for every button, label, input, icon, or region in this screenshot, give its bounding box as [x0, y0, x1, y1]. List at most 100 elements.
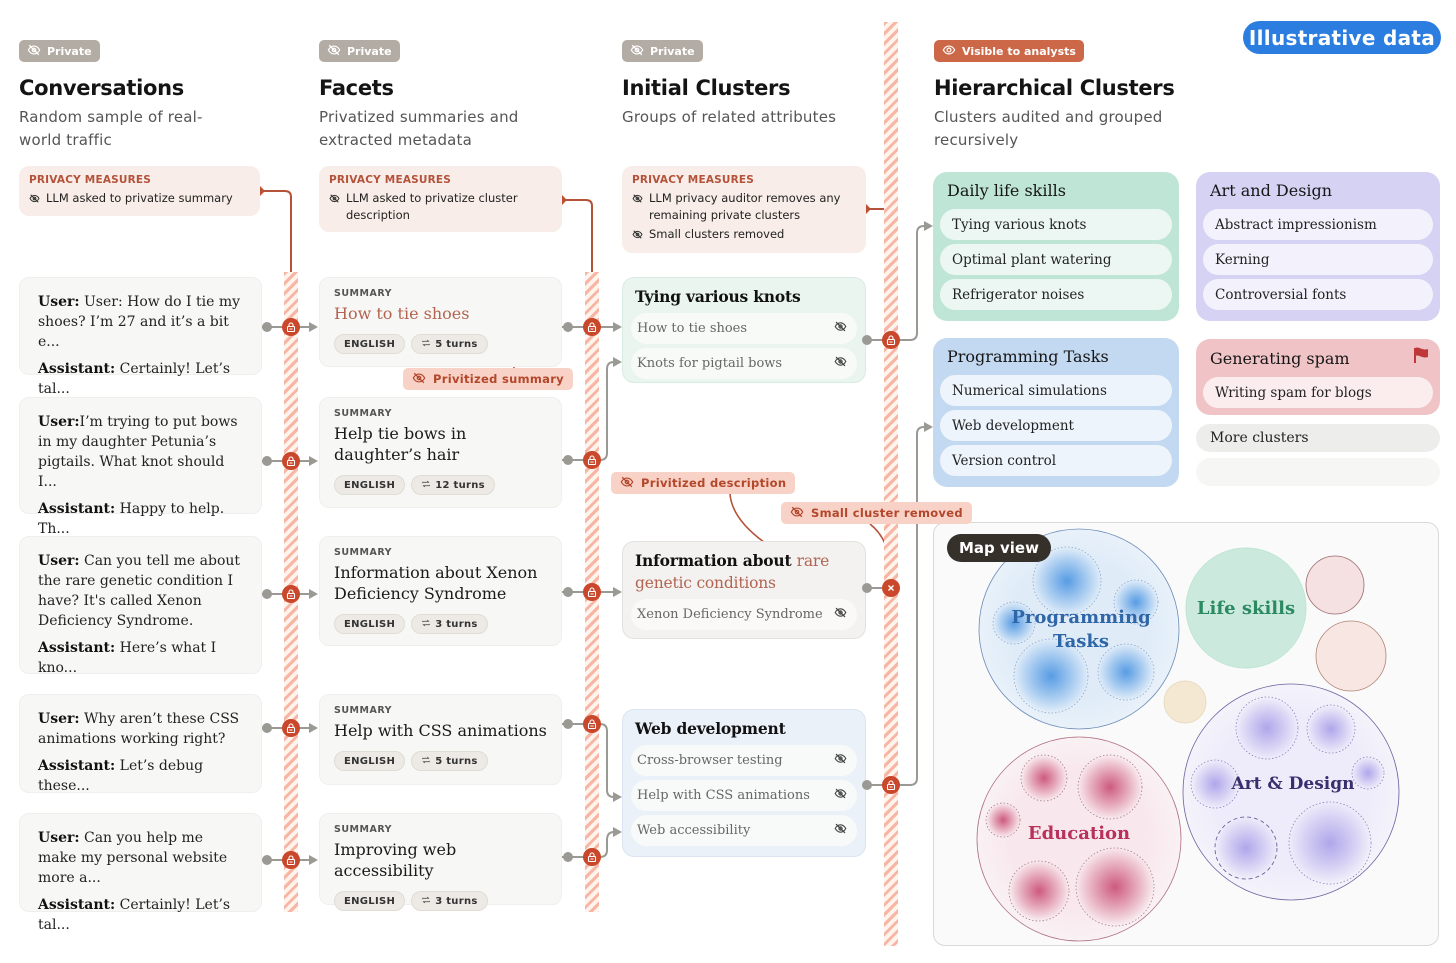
initial-cluster[interactable]: Tying various knots How to tie shoes Kno… [622, 277, 866, 383]
badge-label: Private [650, 44, 695, 58]
flag-icon[interactable] [1412, 346, 1430, 371]
facet-card[interactable]: SUMMARY Improving web accessibility ENGL… [319, 813, 562, 911]
cluster-title: Programming Tasks [947, 345, 1172, 369]
conversation-card[interactable]: User: Why aren’t these CSS animations wo… [19, 694, 262, 794]
cluster-item[interactable]: Tying various knots [940, 209, 1172, 240]
privacy-measures-box: PRIVACY MEASURES LLM asked to privatize … [19, 166, 260, 216]
cluster-item[interactable]: Refrigerator noises [940, 279, 1172, 310]
column-subtitle: Random sample of real-world traffic [19, 106, 203, 152]
eye-off-icon [834, 320, 847, 337]
summary-title: Information about Xenon Deficiency Syndr… [334, 563, 538, 603]
turns-tag: 3 turns [411, 614, 488, 634]
eye-off-icon [834, 752, 847, 769]
conversation-card[interactable]: User: Can you tell me about the rare gen… [19, 536, 262, 676]
map-bubble-small[interactable] [1305, 555, 1365, 615]
map-bubble-small[interactable] [1163, 680, 1207, 724]
eye-off-icon [27, 43, 41, 60]
arrow-head [613, 587, 622, 597]
map-bubble-small[interactable] [1315, 620, 1387, 692]
turns-count: 5 turns [435, 755, 478, 767]
lock-icon [583, 318, 601, 336]
turns-tag: 3 turns [411, 891, 488, 911]
lock-icon [583, 583, 601, 601]
more-clusters-button[interactable]: More clusters [1196, 424, 1440, 452]
lock-icon [882, 776, 900, 794]
facet-card[interactable]: SUMMARY Information about Xenon Deficien… [319, 536, 562, 646]
connector-dot [262, 723, 272, 733]
cluster-item[interactable]: Abstract impressionism [1203, 209, 1433, 240]
cluster-item[interactable]: Version control [940, 445, 1172, 476]
turns-count: 3 turns [435, 618, 478, 630]
callout-small-cluster-removed: Small cluster removed [781, 502, 972, 524]
privacy-item: LLM privacy auditor removes any remainin… [649, 191, 841, 222]
map-bubble-life-skills[interactable]: Life skills [1185, 547, 1307, 669]
assistant-label: Assistant: [38, 640, 116, 656]
hierarchical-cluster[interactable]: Programming Tasks Numerical simulations … [933, 338, 1179, 487]
summary-title: Help tie bows in daughter’s hair [334, 424, 467, 464]
conversation-card[interactable]: User: Can you help me make my personal w… [19, 813, 262, 933]
hierarchical-cluster[interactable]: Daily life skills Tying various knots Op… [933, 172, 1179, 321]
cluster-item[interactable]: Numerical simulations [940, 375, 1172, 406]
illustrative-data-badge: Illustrative data [1243, 21, 1441, 54]
conversation-card[interactable]: User: User: How do I tie my shoes? I’m 2… [19, 277, 262, 397]
cluster-item[interactable]: Controversial fonts [1203, 279, 1433, 310]
turns-count: 3 turns [435, 895, 478, 907]
column-subtitle: Clusters audited and grouped recursively [934, 106, 1163, 152]
map-view-panel[interactable]: ProgrammingTasks Life skills Education [933, 522, 1439, 946]
user-label: User: [38, 553, 80, 569]
cluster-title: Tying various knots [635, 287, 801, 306]
connector-dot [563, 719, 573, 729]
facet-card[interactable]: SUMMARY How to tie shoes ENGLISH 5 turns [319, 277, 562, 367]
map-label-art-design: Art & Design [1230, 774, 1354, 794]
subtitle-line: extracted metadata [319, 131, 473, 149]
cluster-item[interactable]: Web accessibility [631, 815, 857, 846]
hierarchical-cluster-flagged[interactable]: Generating spam Writing spam for blogs [1196, 339, 1440, 415]
map-bubble-education[interactable]: Education [976, 736, 1182, 942]
initial-cluster-removed[interactable]: Information about rare genetic condition… [622, 541, 866, 639]
cluster-item[interactable]: Knots for pigtail bows [631, 348, 857, 379]
privacy-connector [562, 199, 593, 272]
turns-tag: 12 turns [411, 475, 495, 495]
lock-icon [583, 848, 601, 866]
lock-icon [282, 851, 300, 869]
eye-icon [942, 43, 956, 60]
assistant-label: Assistant: [38, 758, 116, 774]
cluster-title: Web development [635, 719, 786, 738]
hierarchical-cluster[interactable]: Art and Design Abstract impressionism Ke… [1196, 172, 1440, 321]
callout-text: Privitized description [641, 476, 787, 490]
cluster-item[interactable]: Kerning [1203, 244, 1433, 275]
subtitle-line: recursively [934, 131, 1019, 149]
cluster-item[interactable]: Writing spam for blogs [1203, 377, 1433, 408]
turns-count: 5 turns [435, 338, 478, 350]
facet-card[interactable]: SUMMARY Help with CSS animations ENGLISH… [319, 694, 562, 785]
turns-icon [421, 895, 431, 908]
initial-cluster[interactable]: Web development Cross-browser testing He… [622, 709, 866, 857]
arrow-head [309, 723, 318, 733]
cluster-item[interactable]: Web development [940, 410, 1172, 441]
cluster-item[interactable]: Xenon Deficiency Syndrome [631, 599, 857, 630]
cluster-title: Information about rare genetic condition… [635, 550, 857, 594]
facet-card[interactable]: SUMMARY Help tie bows in daughter’s hair… [319, 397, 562, 508]
privacy-measures-box: PRIVACY MEASURES LLM asked to privatize … [319, 166, 562, 232]
connector-dot [262, 855, 272, 865]
connector-dot [862, 335, 872, 345]
cluster-title-text: Programming Tasks [947, 347, 1109, 366]
eye-off-icon [329, 190, 340, 224]
lock-icon [282, 318, 300, 336]
cluster-item[interactable]: Optimal plant watering [940, 244, 1172, 275]
badge-label: Private [47, 44, 92, 58]
summary-label: SUMMARY [334, 408, 392, 419]
eye-off-icon [29, 190, 40, 209]
cluster-item[interactable]: How to tie shoes [631, 313, 857, 344]
badge-label: Visible to analysts [962, 44, 1076, 58]
map-bubble-art-design[interactable]: Art & Design [1182, 683, 1400, 901]
user-label: User: [38, 294, 80, 310]
summary-label: SUMMARY [334, 705, 392, 716]
column-title: Initial Clusters [622, 76, 791, 100]
connector-dot [563, 455, 573, 465]
eye-off-icon [632, 226, 643, 245]
cluster-item[interactable]: Help with CSS animations [631, 780, 857, 811]
cluster-item[interactable]: Cross-browser testing [631, 745, 857, 776]
conversation-card[interactable]: User:I’m trying to put bows in my daught… [19, 397, 262, 537]
connector-dot [563, 852, 573, 862]
